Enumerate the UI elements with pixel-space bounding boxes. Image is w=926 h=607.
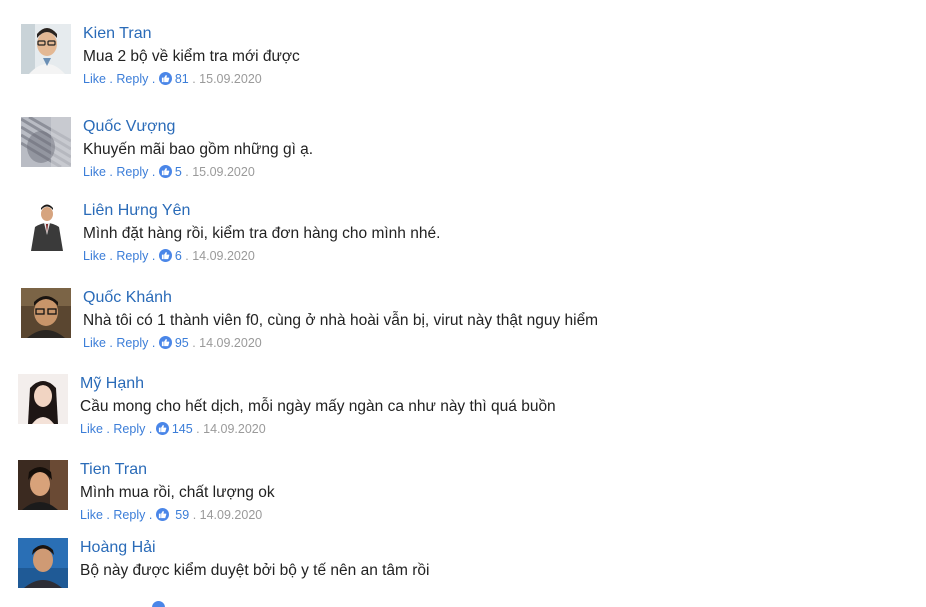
meta-separator: . bbox=[109, 336, 113, 350]
avatar[interactable] bbox=[21, 24, 71, 74]
comment-date: 15.09.2020 bbox=[199, 72, 262, 86]
meta-separator: . bbox=[151, 72, 156, 86]
thumbs-up-icon bbox=[155, 422, 169, 435]
meta-separator: . bbox=[151, 249, 156, 263]
meta-separator: . bbox=[151, 336, 156, 350]
meta-separator: . bbox=[109, 249, 113, 263]
meta-separator: . bbox=[192, 508, 197, 522]
comment-author[interactable]: Mỹ Hạnh bbox=[80, 374, 556, 394]
comment-meta: Like . Reply . 145 . 14.09.2020 bbox=[80, 421, 556, 437]
like-count: 5 bbox=[174, 165, 182, 179]
comment-date: 14.09.2020 bbox=[203, 422, 266, 436]
comment-meta: Like . Reply . 95 . 14.09.2020 bbox=[83, 335, 598, 351]
meta-separator: . bbox=[106, 422, 110, 436]
comment-text: Bộ này được kiểm duyệt bởi bộ y tế nên a… bbox=[80, 562, 430, 579]
comment-date: 15.09.2020 bbox=[192, 165, 255, 179]
avatar[interactable] bbox=[21, 117, 71, 167]
comment-date: 14.09.2020 bbox=[199, 508, 263, 522]
comment-text: Cầu mong cho hết dịch, mỗi ngày mấy ngàn… bbox=[80, 398, 556, 415]
thumbs-up-icon bbox=[158, 249, 172, 262]
meta-separator: . bbox=[109, 72, 113, 86]
thumbs-up-icon bbox=[155, 508, 169, 521]
reply-link[interactable]: Reply bbox=[113, 422, 145, 436]
comment-meta: Like . Reply . 59 . 14.09.2020 bbox=[80, 507, 275, 523]
comment-text: Mình đặt hàng rồi, kiểm tra đơn hàng cho… bbox=[83, 225, 441, 242]
thumbs-up-icon bbox=[158, 336, 172, 349]
thumbs-up-icon bbox=[158, 72, 172, 85]
comment-text: Mua 2 bộ về kiểm tra mới được bbox=[83, 48, 300, 65]
like-count: 81 bbox=[174, 72, 189, 86]
meta-separator: . bbox=[109, 165, 113, 179]
meta-separator: . bbox=[196, 422, 200, 436]
like-count: 145 bbox=[171, 422, 193, 436]
avatar[interactable] bbox=[18, 538, 68, 588]
comment-date: 14.09.2020 bbox=[199, 336, 262, 350]
reply-link[interactable]: Reply bbox=[113, 508, 145, 522]
comment-text: Khuyến mãi bao gồm những gì ạ. bbox=[83, 141, 314, 158]
like-count: 6 bbox=[174, 249, 182, 263]
comment-date: 14.09.2020 bbox=[192, 249, 255, 263]
avatar[interactable] bbox=[18, 460, 68, 510]
avatar[interactable] bbox=[21, 201, 71, 251]
thumbs-up-icon bbox=[158, 165, 172, 178]
reply-link[interactable]: Reply bbox=[116, 336, 148, 350]
meta-separator: . bbox=[185, 249, 189, 263]
comment-author[interactable]: Quốc Khánh bbox=[83, 288, 598, 308]
comment-author[interactable]: Kien Tran bbox=[83, 24, 300, 44]
reply-link[interactable]: Reply bbox=[116, 165, 148, 179]
meta-separator: . bbox=[151, 165, 156, 179]
meta-separator: . bbox=[185, 165, 189, 179]
comment-text: Nhà tôi có 1 thành viên f0, cùng ở nhà h… bbox=[83, 312, 599, 329]
comment-author[interactable]: Hoàng Hải bbox=[80, 538, 430, 558]
comment-text: Mình mua rồi, chất lượng ok bbox=[80, 484, 275, 501]
like-link[interactable]: Like bbox=[83, 336, 106, 350]
avatar[interactable] bbox=[18, 374, 68, 424]
meta-separator: . bbox=[148, 508, 153, 522]
comment-meta: Like . Reply . 81 . 15.09.2020 bbox=[83, 71, 300, 87]
like-link[interactable]: Like bbox=[83, 249, 106, 263]
comment-meta: Like . Reply . 5 . 15.09.2020 bbox=[83, 164, 313, 180]
like-link[interactable]: Like bbox=[83, 165, 106, 179]
like-count: 95 bbox=[174, 336, 189, 350]
comment-author[interactable]: Tien Tran bbox=[80, 460, 275, 480]
thumbs-up-icon bbox=[152, 601, 165, 607]
comment-author[interactable]: Quốc Vượng bbox=[83, 117, 313, 137]
like-link[interactable]: Like bbox=[80, 508, 103, 522]
like-link[interactable]: Like bbox=[83, 72, 106, 86]
avatar[interactable] bbox=[21, 288, 71, 338]
reply-link[interactable]: Reply bbox=[116, 249, 148, 263]
meta-separator: . bbox=[192, 336, 196, 350]
comment-list: Kien Tran Mua 2 bộ về kiểm tra mới được … bbox=[0, 0, 926, 607]
comment-meta: Like . Reply . 6 . 14.09.2020 bbox=[83, 248, 440, 264]
like-link[interactable]: Like bbox=[80, 422, 103, 436]
meta-separator: . bbox=[192, 72, 196, 86]
reply-link[interactable]: Reply bbox=[116, 72, 148, 86]
like-count: 59 bbox=[175, 508, 190, 522]
comment-author[interactable]: Liên Hưng Yên bbox=[83, 201, 440, 221]
meta-separator: . bbox=[106, 508, 110, 522]
meta-separator: . bbox=[148, 422, 153, 436]
